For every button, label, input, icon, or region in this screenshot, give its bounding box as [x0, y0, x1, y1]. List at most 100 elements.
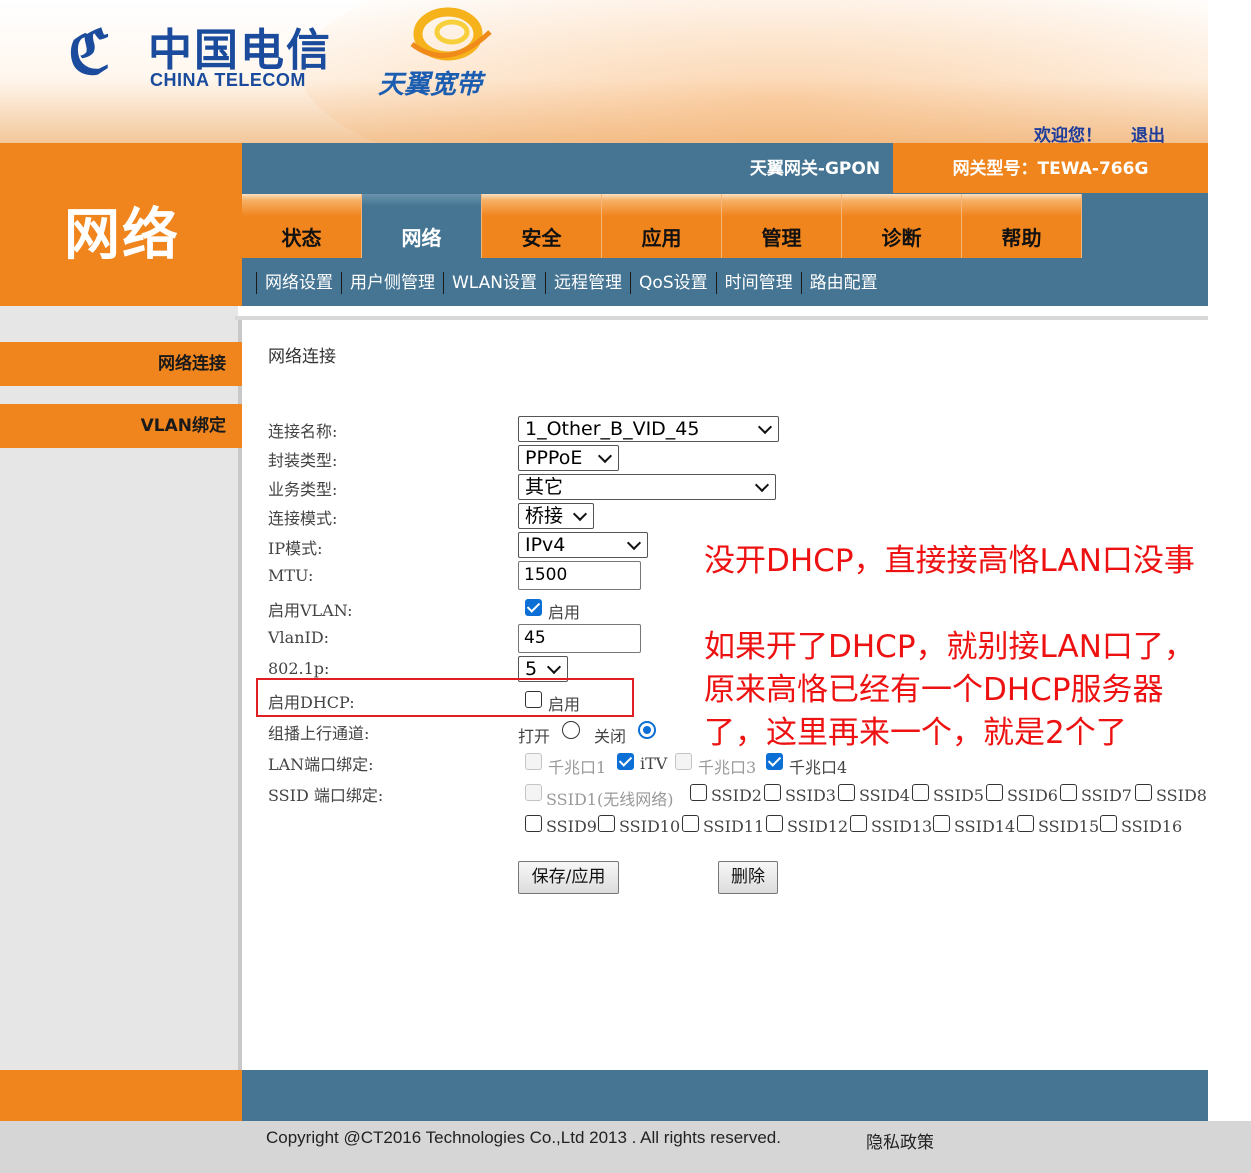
ssid-16-checkbox[interactable]	[1100, 815, 1117, 832]
ssid-6-label: SSID6	[1007, 786, 1058, 805]
ip-mode-select[interactable]: IPv4	[518, 532, 648, 558]
tab-management[interactable]: 管理	[722, 194, 842, 258]
lan-port-itv-label: iTV	[640, 754, 668, 773]
connection-name-select[interactable]: 1_Other_B_VID_45	[518, 416, 779, 442]
subnav-user-side[interactable]: 用户侧管理	[341, 272, 443, 294]
subnav-routing[interactable]: 路由配置	[800, 272, 886, 294]
ssid-11-checkbox[interactable]	[682, 815, 699, 832]
multicast-open-label: 打开	[518, 727, 551, 746]
tab-help[interactable]: 帮助	[962, 194, 1082, 258]
ssid-9-checkbox[interactable]	[525, 815, 542, 832]
dhcp-enable-label: 启用	[548, 695, 581, 714]
ssid-15-checkbox[interactable]	[1017, 815, 1034, 832]
ssid-15-label: SSID15	[1038, 817, 1100, 836]
label-vlan-id: VlanID:	[268, 628, 330, 647]
label-mtu: MTU:	[268, 566, 314, 585]
multicast-close-label: 关闭	[594, 727, 627, 746]
service-type-select[interactable]: 其它	[518, 474, 776, 500]
tab-diagnostics[interactable]: 诊断	[842, 194, 962, 258]
ssid-14-checkbox[interactable]	[933, 815, 950, 832]
connection-mode-select[interactable]: 桥接	[518, 503, 594, 529]
ssid-3-checkbox[interactable]	[764, 784, 781, 801]
tab-application[interactable]: 应用	[602, 194, 722, 258]
footer-blue-bar	[242, 1070, 1208, 1121]
chevron-down-icon	[754, 477, 770, 493]
label-ip-mode: IP模式:	[268, 539, 323, 558]
sidebar-item-vlan-binding[interactable]: VLAN绑定	[0, 404, 242, 448]
ip-mode-value: IPv4	[525, 534, 566, 556]
service-type-value: 其它	[525, 476, 564, 498]
subnav-remote[interactable]: 远程管理	[545, 272, 630, 294]
ssid-4-label: SSID4	[859, 786, 910, 805]
annotation-line-2: 如果开了DHCP，就别接LAN口了，	[704, 629, 1195, 665]
ssid-12-checkbox[interactable]	[766, 815, 783, 832]
ssid-10-checkbox[interactable]	[598, 815, 615, 832]
subnav-network-settings[interactable]: 网络设置	[256, 272, 341, 294]
label-8021p: 802.1p:	[268, 659, 330, 678]
logo-chinese-text: 中国电信	[148, 25, 332, 76]
privacy-policy-link[interactable]: 隐私政策	[866, 1128, 934, 1153]
subnav-time[interactable]: 时间管理	[715, 272, 801, 294]
delete-button[interactable]: 删除	[718, 861, 778, 894]
ssid-11-label: SSID11	[703, 817, 765, 836]
ssid-6-checkbox[interactable]	[986, 784, 1003, 801]
lan-port-1-checkbox	[525, 753, 542, 770]
chevron-down-icon	[597, 448, 613, 464]
ssid-2-label: SSID2	[711, 786, 762, 805]
lan-port-4-checkbox[interactable]	[766, 753, 783, 770]
tab-security[interactable]: 安全	[482, 194, 602, 258]
mtu-input[interactable]: 1500	[518, 561, 641, 590]
tab-status[interactable]: 状态	[242, 194, 362, 258]
ssid-4-checkbox[interactable]	[838, 784, 855, 801]
label-connection-mode: 连接模式:	[268, 509, 338, 528]
lan-port-3-label: 千兆口3	[698, 758, 757, 777]
ssid-13-label: SSID13	[871, 817, 933, 836]
footer-orange-bar	[0, 1070, 242, 1121]
subnav-wlan[interactable]: WLAN设置	[443, 272, 545, 294]
label-vlan-enable: 启用VLAN:	[268, 601, 353, 620]
ssid-8-label: SSID8	[1156, 786, 1207, 805]
gateway-model: 网关型号：TEWA-766G	[952, 159, 1149, 179]
ssid-7-checkbox[interactable]	[1060, 784, 1077, 801]
ssid-12-label: SSID12	[787, 817, 849, 836]
label-connection-name: 连接名称:	[268, 422, 338, 441]
tab-network[interactable]: 网络	[362, 194, 482, 258]
vlan-id-input[interactable]: 45	[518, 624, 641, 653]
encapsulation-value: PPPoE	[525, 447, 583, 469]
chevron-down-icon	[572, 506, 588, 522]
label-multicast-uplink: 组播上行通道:	[268, 724, 370, 743]
lan-port-itv-checkbox[interactable]	[617, 753, 634, 770]
section-title: 网络	[64, 203, 180, 268]
copyright-text: Copyright @CT2016 Technologies Co.,Ltd 2…	[266, 1128, 781, 1147]
ssid-14-label: SSID14	[954, 817, 1016, 836]
vlan-enable-checkbox[interactable]	[525, 599, 542, 616]
encapsulation-select[interactable]: PPPoE	[518, 445, 619, 471]
label-ssid-binding: SSID 端口绑定:	[268, 786, 384, 805]
ssid-1-checkbox	[525, 784, 542, 801]
ssid-13-checkbox[interactable]	[850, 815, 867, 832]
dhcp-enable-checkbox[interactable]	[525, 691, 542, 708]
content-top-divider	[235, 316, 1208, 320]
sidebar-item-network-connection[interactable]: 网络连接	[0, 342, 242, 386]
connection-name-value: 1_Other_B_VID_45	[525, 418, 700, 440]
tianyi-brand-text: 天翼宽带	[378, 69, 483, 99]
ssid-10-label: SSID10	[619, 817, 681, 836]
multicast-close-radio[interactable]	[638, 721, 656, 739]
ssid-2-checkbox[interactable]	[690, 784, 707, 801]
chevron-down-icon	[546, 659, 562, 675]
lan-port-3-checkbox	[675, 753, 692, 770]
logo-english-text: CHINA TELECOM	[150, 70, 306, 90]
save-apply-button[interactable]: 保存/应用	[518, 861, 619, 894]
china-telecom-logo-icon: ℭ	[68, 18, 111, 88]
ssid-3-label: SSID3	[785, 786, 836, 805]
ssid-16-label: SSID16	[1121, 817, 1183, 836]
subnav-qos[interactable]: QoS设置	[630, 272, 716, 294]
multicast-open-radio[interactable]	[562, 721, 580, 739]
annotation-line-4: 了，这里再来一个，就是2个了	[704, 715, 1127, 751]
chevron-down-icon	[757, 419, 773, 435]
main-tabs: 状态 网络 安全 应用 管理 诊断 帮助	[242, 194, 1082, 258]
annotation-line-3: 原来高恪已经有一个DHCP服务器	[704, 672, 1164, 708]
chevron-down-icon	[626, 535, 642, 551]
ssid-8-checkbox[interactable]	[1135, 784, 1152, 801]
ssid-5-checkbox[interactable]	[912, 784, 929, 801]
